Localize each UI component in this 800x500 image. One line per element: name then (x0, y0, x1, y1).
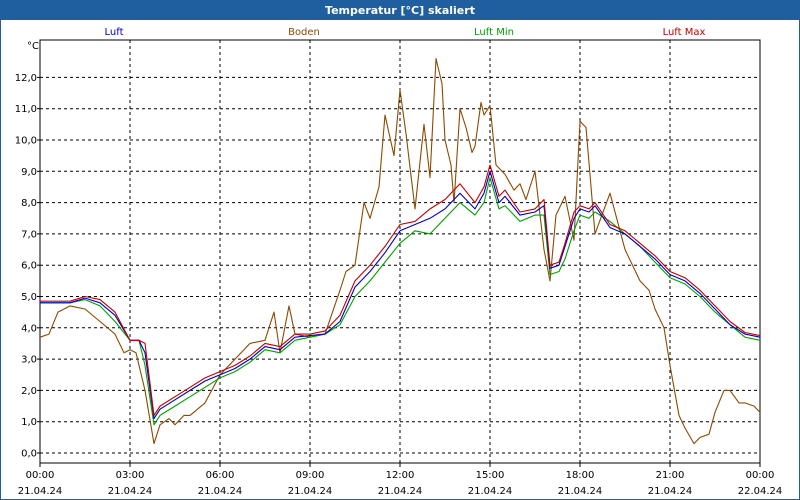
x-tick-time: 00:00 (746, 470, 775, 481)
y-tick-label: 1,0 (21, 417, 37, 428)
x-tick-time: 12:00 (386, 470, 415, 481)
y-tick-label: 0,0 (21, 449, 37, 460)
y-tick-label: 11,0 (15, 104, 37, 115)
x-tick-time: 15:00 (476, 470, 505, 481)
x-tick-date: 21.04.24 (288, 486, 333, 497)
y-tick-label: 8,0 (21, 198, 37, 209)
legend-entry-boden: Boden (288, 27, 320, 38)
x-tick-time: 03:00 (116, 470, 145, 481)
x-tick-time: 18:00 (566, 470, 595, 481)
x-tick-time: 06:00 (206, 470, 235, 481)
line-chart: 0,0 1,0 2,0 3,0 4,0 5,0 6,0 7,0 8,0 9,0 10,0 11,0 12… (15, 27, 783, 497)
y-axis-ticks: 0,0 1,0 2,0 3,0 4,0 5,0 6,0 7,0 8,0 9,0 10,0 11,0 12… (15, 73, 40, 460)
y-tick-label: 9,0 (21, 167, 37, 178)
y-tick-label: 7,0 (21, 229, 37, 240)
y-tick-label: 4,0 (21, 323, 37, 334)
x-tick-date: 21.04.24 (468, 486, 513, 497)
x-tick-date: 21.04.24 (18, 486, 63, 497)
y-tick-label: 5,0 (21, 292, 37, 303)
x-tick-date: 21.04.24 (558, 486, 603, 497)
x-tick-date: 21.04.24 (198, 486, 243, 497)
y-axis-label: °C (27, 41, 39, 52)
x-tick-date: 21.04.24 (108, 486, 153, 497)
x-tick-time: 21:00 (656, 470, 685, 481)
chart-window: Temperatur [°C] skaliert 0,0 1,0 2,0 3,0 4,0… (0, 0, 800, 500)
y-tick-label: 3,0 (21, 355, 37, 366)
y-tick-label: 10,0 (15, 136, 37, 147)
y-tick-label: 6,0 (21, 261, 37, 272)
y-tick-label: 2,0 (21, 386, 37, 397)
x-tick-date: 21.04.24 (648, 486, 693, 497)
y-tick-label: 12,0 (15, 73, 37, 84)
legend: Luft Boden Luft Min Luft Max (105, 27, 706, 38)
legend-entry-luft-min: Luft Min (474, 27, 514, 38)
x-tick-time: 00:00 (26, 470, 55, 481)
x-tick-date: 21.04.24 (378, 486, 423, 497)
x-axis-ticks: 00:00 21.04.24 03:00 21.04.24 06:00 21.04.24 0… (18, 463, 783, 497)
x-tick-date: 22.04.24 (738, 486, 783, 497)
legend-entry-luft: Luft (105, 27, 124, 38)
legend-entry-luft-max: Luft Max (663, 27, 706, 38)
x-tick-time: 09:00 (296, 470, 325, 481)
